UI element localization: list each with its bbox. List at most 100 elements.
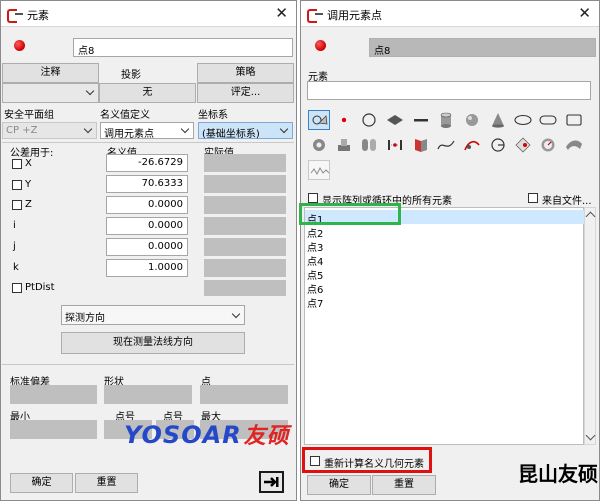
comment-dropdown[interactable] (2, 83, 99, 103)
line-icon[interactable] (410, 110, 432, 130)
rectangle-icon[interactable] (563, 110, 585, 130)
tolerance-for-label: 公差用于: (10, 148, 54, 159)
actual-j-value (204, 238, 286, 256)
status-dot-icon (315, 40, 326, 51)
row-label: Z (25, 199, 32, 210)
tolerance-y-checkbox[interactable] (12, 180, 22, 190)
actual-k-value (204, 259, 286, 277)
green-highlight-box (299, 203, 401, 225)
measure-normal-button[interactable]: 现在测量法线方向 (61, 332, 245, 354)
torus-icon[interactable] (308, 135, 330, 155)
next-arrow-button[interactable] (259, 471, 284, 493)
actual-i-value (204, 217, 286, 235)
ok-button[interactable]: 确定 (10, 473, 73, 493)
multi-element-icon[interactable] (308, 110, 330, 130)
tolerance-x-checkbox[interactable] (12, 159, 22, 169)
actual-z-value (204, 196, 286, 214)
scroll-down-icon[interactable] (585, 430, 596, 441)
nominal-y-input[interactable]: 70.6333 (106, 175, 188, 193)
two-cylinders-icon[interactable] (358, 135, 380, 155)
app-logo-icon (307, 9, 323, 23)
list-item[interactable]: 点5 (305, 266, 584, 282)
nominal-k-input[interactable]: 1.0000 (106, 259, 188, 277)
slot-icon[interactable] (537, 110, 559, 130)
safety-plane-select[interactable]: CP +Z (2, 122, 97, 139)
cone-icon[interactable] (487, 110, 509, 130)
from-file-checkbox[interactable] (528, 193, 538, 203)
chevron-down-icon (84, 126, 93, 135)
list-item[interactable]: 点2 (305, 224, 584, 240)
list-item[interactable]: 点6 (305, 280, 584, 296)
sphere-icon[interactable] (461, 110, 483, 130)
probe-direction-select[interactable]: 探测方向 (61, 305, 245, 325)
actual-x-value (204, 154, 286, 172)
chevron-down-icon (280, 126, 289, 135)
ptdist-label: PtDist (25, 282, 55, 293)
nominal-x-input[interactable]: -26.6729 (106, 154, 188, 172)
nominal-i-input[interactable]: 0.0000 (106, 217, 188, 235)
ellipse-icon[interactable] (512, 110, 534, 130)
paint-icon[interactable] (512, 135, 534, 155)
window-title: 调用元素点 (327, 9, 382, 22)
ok-button[interactable]: 确定 (307, 475, 371, 495)
circle-icon[interactable] (358, 110, 380, 130)
strategy-button[interactable]: 策略 (197, 63, 294, 83)
point-icon[interactable] (333, 110, 355, 130)
reset-button[interactable]: 重置 (372, 475, 436, 495)
list-item[interactable]: 点4 (305, 252, 584, 268)
tolerance-z-checkbox[interactable] (12, 200, 22, 210)
projection-button[interactable]: 无 (99, 83, 196, 103)
comment-button[interactable]: 注释 (2, 63, 99, 83)
symmetry-point-icon[interactable] (384, 135, 406, 155)
row-label: Y (25, 179, 32, 190)
curve-icon[interactable] (435, 135, 457, 155)
chevron-down-icon (85, 86, 95, 96)
divider (2, 364, 294, 365)
chart-icon[interactable] (461, 135, 483, 155)
close-icon[interactable]: ✕ (578, 4, 591, 22)
actual-y-value (204, 175, 286, 193)
step-cylinder-icon[interactable] (333, 135, 355, 155)
scroll-up-icon[interactable] (585, 211, 596, 222)
evaluate-button[interactable]: 评定... (197, 83, 294, 103)
point-name-field[interactable]: 点8 (73, 38, 293, 57)
list-item[interactable]: 点3 (305, 238, 584, 254)
watermark-logo: YOSOAR友硕 (124, 421, 290, 449)
plane-icon[interactable] (384, 110, 406, 130)
angle-gauge-icon[interactable] (487, 135, 509, 155)
element-window-titlebar[interactable]: 元素 ✕ (1, 1, 296, 27)
row-label: j (13, 241, 16, 252)
nominal-z-input[interactable]: 0.0000 (106, 196, 188, 214)
elements-search-input[interactable] (307, 81, 591, 100)
row-label: k (13, 262, 19, 273)
close-icon[interactable]: ✕ (275, 4, 288, 22)
element-list[interactable]: 点1 点2 点3 点4 点5 点6 点7 (304, 207, 584, 445)
reset-button[interactable]: 重置 (75, 473, 138, 493)
nominal-j-input[interactable]: 0.0000 (106, 238, 188, 256)
waveform-icon[interactable] (308, 160, 330, 180)
form-value (104, 385, 192, 404)
point-value (200, 385, 288, 404)
projection-label: 投影 (121, 70, 141, 81)
recall-point-name-field: 点8 (369, 38, 596, 57)
coord-sys-label: 坐标系 (198, 110, 228, 121)
book-icon[interactable] (410, 135, 432, 155)
ptdist-checkbox[interactable] (12, 283, 22, 293)
wing-icon[interactable] (563, 135, 585, 155)
cylinder-icon[interactable] (435, 110, 457, 130)
list-scrollbar[interactable] (584, 207, 596, 445)
coord-sys-select[interactable]: (基础坐标系) (198, 122, 293, 140)
window-title: 元素 (27, 9, 49, 22)
std-dev-value (10, 385, 97, 404)
arrow-right-icon (264, 477, 279, 487)
min-value (10, 420, 97, 439)
divider (2, 142, 294, 143)
app-logo-icon (7, 9, 23, 23)
gauge-icon[interactable] (537, 135, 559, 155)
red-highlight-box (302, 447, 432, 473)
status-dot-icon (14, 40, 25, 51)
recall-window-titlebar[interactable]: 调用元素点 ✕ (301, 1, 599, 27)
show-all-checkbox[interactable] (308, 193, 318, 203)
list-item[interactable]: 点7 (305, 294, 584, 310)
nominal-def-select[interactable]: 调用元素点 (100, 122, 194, 140)
